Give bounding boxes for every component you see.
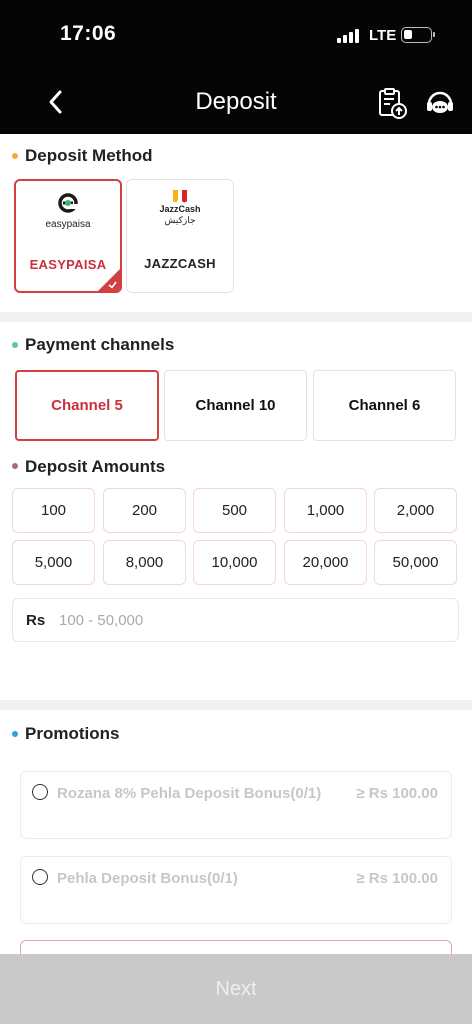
- jazzcash-logo-text: JazzCash: [159, 204, 201, 214]
- amount-option[interactable]: 500: [193, 488, 276, 533]
- amount-input[interactable]: [59, 607, 439, 633]
- amount-option[interactable]: 50,000: [374, 540, 457, 585]
- next-button[interactable]: Next: [0, 954, 472, 1024]
- header: Deposit: [0, 70, 472, 134]
- customer-support-button[interactable]: [423, 86, 457, 120]
- amount-option[interactable]: 10,000: [193, 540, 276, 585]
- channel-5-button[interactable]: Channel 5: [15, 370, 159, 441]
- amount-option[interactable]: 5,000: [12, 540, 95, 585]
- amount-option[interactable]: 20,000: [284, 540, 367, 585]
- section-dot: [12, 342, 18, 348]
- amount-option[interactable]: 200: [103, 488, 186, 533]
- jazzcash-logo-icon: [173, 190, 187, 203]
- amount-option[interactable]: 1,000: [284, 488, 367, 533]
- currency-label: Rs: [26, 612, 46, 629]
- status-bar: 17:06 LTE: [0, 0, 472, 70]
- network-type: LTE: [369, 27, 397, 44]
- payment-channels-title: Payment channels: [25, 335, 175, 354]
- section-dot: [12, 731, 18, 737]
- amount-option[interactable]: 2,000: [374, 488, 457, 533]
- promotion-radio[interactable]: [32, 869, 48, 885]
- headset-chat-icon: [427, 91, 453, 113]
- signal-icon: [337, 29, 361, 43]
- method-easypaisa[interactable]: easypaisa EASYPAISA: [14, 179, 122, 293]
- method-jazzcash[interactable]: JazzCash جازکیش JAZZCASH: [126, 179, 234, 293]
- promotion-name: Rozana 8% Pehla Deposit Bonus(0/1): [57, 785, 322, 802]
- deposit-amounts-title: Deposit Amounts: [25, 457, 166, 476]
- promotions-title: Promotions: [25, 724, 120, 743]
- jazzcash-logo-urdu: جازکیش: [164, 215, 196, 225]
- channel-6-button[interactable]: Channel 6: [313, 370, 456, 441]
- promotion-radio[interactable]: [32, 784, 48, 800]
- section-dot: [12, 463, 18, 469]
- amount-option[interactable]: 8,000: [103, 540, 186, 585]
- amount-field: Rs: [12, 598, 459, 642]
- amount-option[interactable]: 100: [12, 488, 95, 533]
- promotion-name: Pehla Deposit Bonus(0/1): [57, 870, 238, 887]
- clipboard-upload-icon: [379, 88, 407, 119]
- easypaisa-logo-text: easypaisa: [45, 219, 91, 230]
- deposit-method-title: Deposit Method: [25, 146, 153, 165]
- easypaisa-logo-icon: [58, 193, 78, 213]
- selected-check-icon: [98, 269, 120, 291]
- deposit-history-button[interactable]: [375, 86, 409, 120]
- status-time: 17:06: [60, 22, 117, 45]
- promotion-item[interactable]: Rozana 8% Pehla Deposit Bonus(0/1) ≥ Rs …: [20, 771, 452, 839]
- section-dot: [12, 153, 18, 159]
- promotion-min-amount: ≥ Rs 100.00: [356, 870, 438, 887]
- channel-10-button[interactable]: Channel 10: [164, 370, 307, 441]
- promotion-min-amount: ≥ Rs 100.00: [356, 785, 438, 802]
- method-label: JAZZCASH: [144, 256, 216, 271]
- battery-icon: [401, 27, 435, 43]
- promotion-item[interactable]: Pehla Deposit Bonus(0/1) ≥ Rs 100.00: [20, 856, 452, 924]
